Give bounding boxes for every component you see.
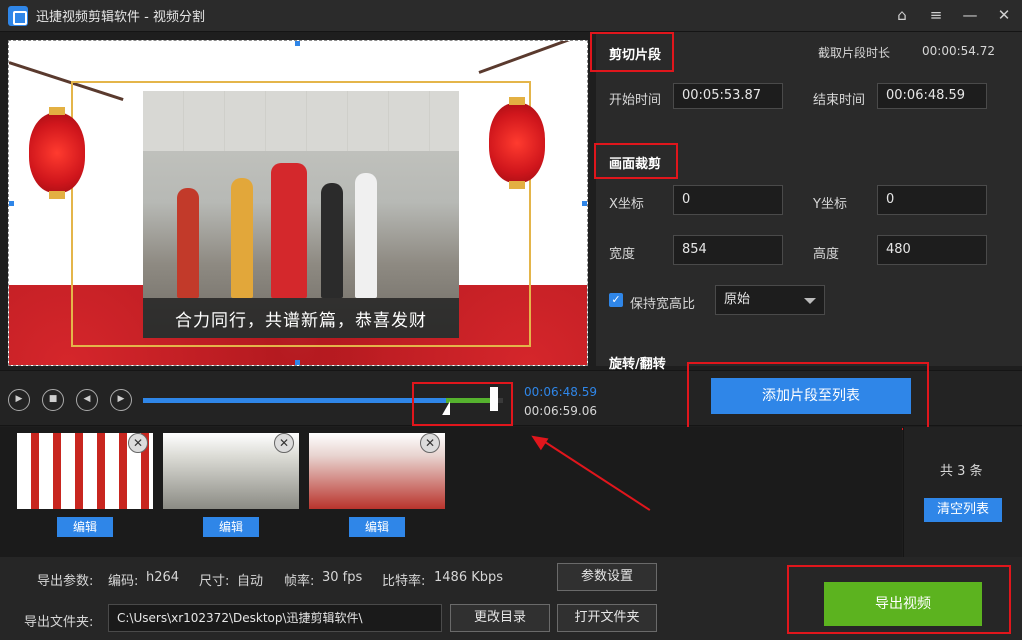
- clip-edit-button[interactable]: 编辑: [349, 517, 405, 537]
- close-icon[interactable]: ✕: [128, 433, 148, 453]
- title-bar: 迅捷视频剪辑软件 - 视频分割 ⌂ ≡ — ✕: [0, 0, 1022, 32]
- annotation-box: [687, 362, 929, 430]
- office-ceiling: [143, 91, 459, 151]
- export-folder-label: 导出文件夹:: [24, 615, 94, 630]
- home-icon[interactable]: ⌂: [892, 4, 912, 26]
- export-folder-field[interactable]: C:\Users\xr102372\Desktop\迅捷剪辑软件\: [108, 604, 442, 632]
- size-value: 自动: [237, 574, 264, 589]
- close-icon[interactable]: ✕: [420, 433, 440, 453]
- person-figure: [271, 163, 307, 298]
- end-time-label: 结束时间: [813, 93, 866, 108]
- crop-handle[interactable]: [295, 41, 300, 46]
- param-settings-button[interactable]: 参数设置: [557, 563, 657, 591]
- ratio-select[interactable]: 原始: [715, 285, 825, 315]
- close-icon[interactable]: ✕: [274, 433, 294, 453]
- start-time-field[interactable]: 00:05:53.87: [673, 83, 783, 109]
- duration-value: 00:00:54.72: [922, 44, 995, 58]
- clip-edit-button[interactable]: 编辑: [57, 517, 113, 537]
- ratio-select-value: 原始: [724, 292, 751, 307]
- annotation-box: [590, 32, 674, 72]
- clip-count: 共 3 条: [940, 464, 983, 479]
- person-figure: [321, 183, 343, 298]
- menu-icon[interactable]: ≡: [926, 4, 946, 26]
- x-coord-field[interactable]: 0: [673, 185, 783, 215]
- lantern-left-icon: [29, 107, 85, 199]
- size-label: 尺寸:: [199, 574, 230, 589]
- video-subtitle: 合力同行，共谱新篇，恭喜发财: [143, 298, 459, 338]
- clip-list: ✕ 编辑 ✕ 编辑 ✕ 编辑: [0, 427, 902, 557]
- keep-ratio-label: 保持宽高比: [630, 297, 696, 312]
- stop-icon[interactable]: ■: [42, 389, 64, 411]
- next-frame-icon[interactable]: ▶: [110, 389, 132, 411]
- close-icon[interactable]: ✕: [994, 4, 1014, 26]
- fps-label: 帧率:: [284, 574, 315, 589]
- bitrate-label: 比特率:: [382, 574, 426, 589]
- end-time-field[interactable]: 00:06:48.59: [877, 83, 987, 109]
- crop-handle[interactable]: [295, 360, 300, 365]
- width-field[interactable]: 854: [673, 235, 783, 265]
- video-preview[interactable]: 合力同行，共谱新篇，恭喜发财: [8, 40, 588, 366]
- y-coord-field[interactable]: 0: [877, 185, 987, 215]
- person-figure: [355, 173, 377, 298]
- x-coord-label: X坐标: [609, 197, 644, 212]
- clip-edit-button[interactable]: 编辑: [203, 517, 259, 537]
- duration-label: 截取片段时长: [818, 46, 891, 60]
- play-icon[interactable]: ▶: [8, 389, 30, 411]
- crop-handle[interactable]: [582, 201, 587, 206]
- annotation-box: [412, 382, 513, 426]
- current-time: 00:06:48.59: [524, 385, 597, 399]
- bitrate-value: 1486 Kbps: [434, 570, 504, 585]
- window-title: 迅捷视频剪辑软件 - 视频分割: [36, 10, 205, 25]
- fps-value: 30 fps: [322, 570, 363, 585]
- codec-value: h264: [146, 570, 180, 585]
- window-controls: ⌂ ≡ — ✕: [892, 4, 1014, 26]
- list-sidebar: [903, 427, 1022, 557]
- app-logo-icon: [8, 5, 28, 26]
- crop-handle[interactable]: [9, 201, 14, 206]
- change-dir-button[interactable]: 更改目录: [450, 604, 550, 632]
- person-figure: [231, 178, 253, 298]
- video-frame: 合力同行，共谱新篇，恭喜发财: [143, 91, 459, 338]
- start-time-label: 开始时间: [609, 93, 662, 108]
- annotation-box: [594, 143, 678, 179]
- person-figure: [177, 188, 199, 298]
- keep-ratio-checkbox[interactable]: ✓: [609, 293, 623, 307]
- chevron-down-icon: [804, 298, 816, 304]
- lantern-right-icon: [489, 97, 545, 189]
- width-label: 宽度: [609, 247, 636, 262]
- prev-frame-icon[interactable]: ◀: [76, 389, 98, 411]
- y-coord-label: Y坐标: [813, 197, 847, 212]
- export-params-label: 导出参数:: [37, 574, 94, 589]
- total-time: 00:06:59.06: [524, 404, 597, 418]
- open-folder-button[interactable]: 打开文件夹: [557, 604, 657, 632]
- annotation-box: [787, 565, 1011, 634]
- minimize-icon[interactable]: —: [960, 4, 980, 26]
- plum-branch-right: [478, 41, 583, 74]
- height-field[interactable]: 480: [877, 235, 987, 265]
- height-label: 高度: [813, 247, 840, 262]
- codec-label: 编码:: [108, 574, 139, 589]
- clear-list-button[interactable]: 清空列表: [924, 498, 1002, 522]
